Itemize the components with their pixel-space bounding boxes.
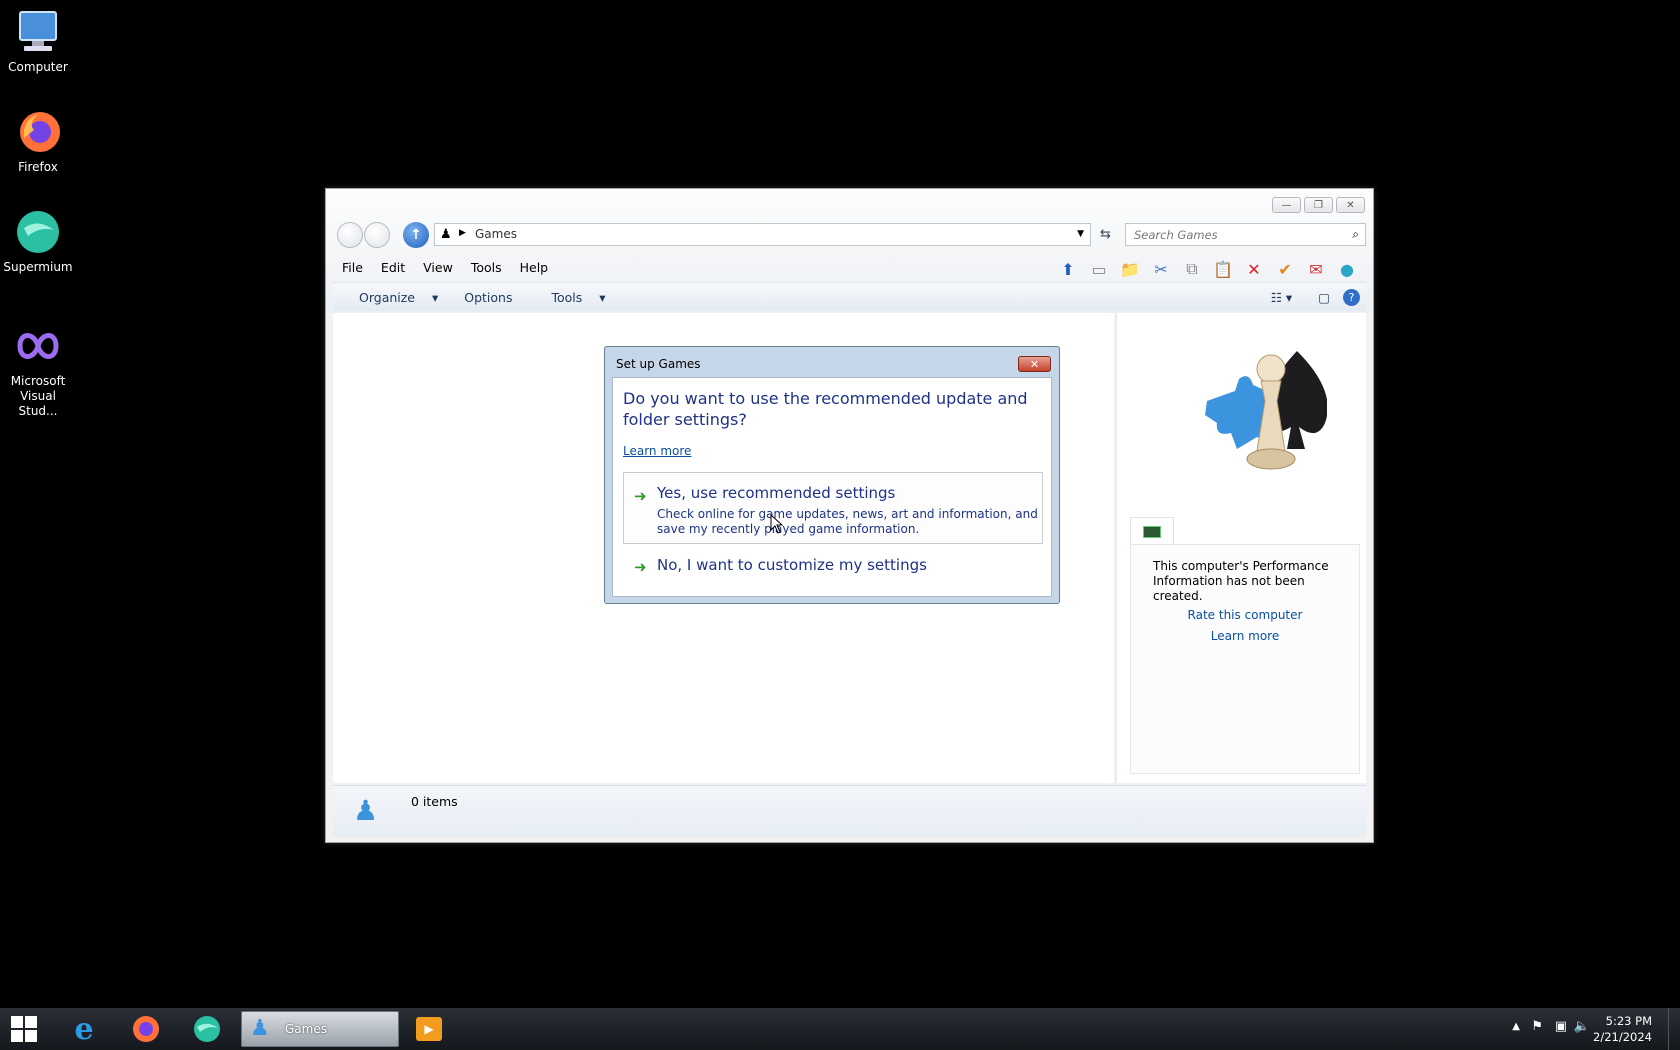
taskbar-games[interactable]: ♟ Games [241,1011,399,1047]
clock-time[interactable]: 5:23 PM [1596,1014,1652,1028]
supermium-icon [14,208,62,256]
globe-icon[interactable]: ● [1335,258,1359,280]
recommended-heading: Yes, use recommended settings [657,484,896,502]
breadcrumb-games[interactable]: Games [475,227,517,241]
address-bar[interactable]: ♟ ▶ Games ▼ [434,223,1091,246]
address-dropdown-icon[interactable]: ▼ [1077,229,1084,239]
clock-date[interactable]: 2/21/2024 [1582,1030,1652,1044]
learn-more-link[interactable]: Learn more [1131,629,1359,643]
desktop-icon-label: Microsoft Visual Stud... [10,374,66,418]
taskbar-firefox[interactable] [122,1012,170,1046]
recommended-settings-option[interactable]: ➜ Yes, use recommended settings Check on… [623,472,1043,544]
taskbar: e ♟ Games ▶ ▲ ⚑ ▣ 🔈 5:23 PM 2/21/2024 [0,1008,1680,1050]
dialog-close-button[interactable]: ✕ [1018,356,1051,372]
organize-button[interactable]: Organize ▾ [333,290,451,305]
internet-explorer-icon: e [74,1011,94,1047]
search-icon[interactable]: ⌕ [1352,227,1359,242]
copy-icon[interactable]: ⧉ [1180,258,1204,280]
games-status-icon: ♟ [353,794,379,827]
search-placeholder: Search Games [1134,228,1218,242]
minimize-button[interactable]: — [1272,197,1301,213]
games-task-icon: ♟ [250,1016,270,1041]
desktop-icon-visual-studio[interactable]: Microsoft Visual Stud... [0,322,76,419]
taskbar-supermium[interactable] [183,1012,231,1046]
view-options-icon[interactable]: ☷ ▾ [1258,290,1305,305]
taskbar-games-label: Games [285,1022,327,1036]
item-count: 0 items [411,794,458,809]
games-logo-icon [1187,341,1328,481]
green-arrow-icon: ➜ [634,558,647,576]
cut-icon[interactable]: ✂ [1149,258,1173,280]
paste-icon[interactable]: 📋 [1211,258,1235,280]
up-toolbar-icon[interactable]: ⬆ [1056,258,1080,280]
performance-tab-icon[interactable] [1130,517,1174,545]
show-hidden-icons[interactable]: ▲ [1512,1021,1520,1032]
dialog-body: Do you want to use the recommended updat… [612,377,1052,597]
performance-panel: This computer's Performance Information … [1130,544,1360,774]
organize-label: Organize [359,289,415,305]
dialog-question: Do you want to use the recommended updat… [623,389,1028,429]
media-player-icon: ▶ [416,1017,442,1041]
computer-icon [14,8,62,56]
search-input[interactable]: Search Games ⌕ [1125,223,1366,246]
check-icon[interactable]: ✔ [1273,258,1297,280]
toolbar-icons: ⬆ ▭ 📁 ✂ ⧉ 📋 ✕ ✔ ✉ ● [1056,258,1359,280]
performance-info-text: This computer's Performance Information … [1153,559,1329,603]
tools-label: Tools [551,289,583,305]
up-button[interactable]: ↑ [403,222,429,248]
customize-settings-option[interactable]: ➜ No, I want to customize my settings [623,546,1043,586]
details-pane: This computer's Performance Information … [1116,313,1366,783]
menu-help[interactable]: Help [511,260,558,275]
desktop-icon-label: Supermium [3,260,73,274]
customize-heading: No, I want to customize my settings [657,556,927,574]
recommended-description: Check online for game updates, news, art… [657,507,1038,536]
windows-icon [11,1016,37,1042]
maximize-button[interactable]: ❐ [1304,197,1333,213]
setup-games-dialog: Set up Games ✕ Do you want to use the re… [604,346,1060,604]
status-bar: ♟ 0 items [333,785,1366,837]
desktop-icon-computer[interactable]: Computer [0,8,76,75]
mouse-cursor-icon [770,513,784,538]
start-button[interactable] [0,1012,48,1046]
action-center-icon[interactable]: ⚑ [1531,1019,1543,1034]
refresh-button[interactable]: ⇆ [1094,223,1117,246]
email-icon[interactable]: ✉ [1304,258,1328,280]
help-icon[interactable]: ? [1343,288,1360,306]
rate-this-computer-link[interactable]: Rate this computer [1131,608,1359,622]
menu-tools[interactable]: Tools [462,260,511,275]
menu-view[interactable]: View [414,260,462,275]
desktop-icon-label: Computer [8,60,68,74]
folders-icon[interactable]: ▭ [1087,258,1111,280]
forward-button[interactable] [364,222,390,248]
preview-pane-icon[interactable]: ▢ [1305,290,1343,305]
desktop-icon-label: Firefox [18,160,58,174]
firefox-icon [133,1016,159,1042]
taskbar-ie[interactable]: e [60,1011,108,1047]
network-icon[interactable]: ▣ [1555,1019,1567,1034]
supermium-icon [194,1016,220,1042]
dialog-learn-more-link[interactable]: Learn more [623,444,691,458]
menu-edit[interactable]: Edit [372,260,414,275]
show-desktop-button[interactable] [1668,1008,1680,1050]
green-arrow-icon: ➜ [634,487,647,505]
taskbar-media-player[interactable]: ▶ [405,1012,453,1046]
folder-options-icon[interactable]: 📁 [1118,258,1142,280]
back-button[interactable] [337,222,363,248]
games-small-icon: ♟ [440,227,452,242]
close-window-button[interactable]: ✕ [1336,197,1365,213]
menu-file[interactable]: File [333,260,372,275]
breadcrumb-arrow-icon: ▶ [459,228,466,238]
caption-buttons: — ❐ ✕ [1272,197,1365,213]
desktop-icon-supermium[interactable]: Supermium [0,208,76,275]
command-bar: Organize ▾ Options Tools ▾ ☷ ▾ ▢ ? [333,282,1366,311]
firefox-icon [14,108,62,156]
delete-icon[interactable]: ✕ [1242,258,1266,280]
tools-button[interactable]: Tools ▾ [525,290,618,305]
dialog-title: Set up Games [616,357,701,371]
visual-studio-icon [14,322,62,370]
options-button[interactable]: Options [451,290,525,305]
desktop-icon-firefox[interactable]: Firefox [0,108,76,175]
